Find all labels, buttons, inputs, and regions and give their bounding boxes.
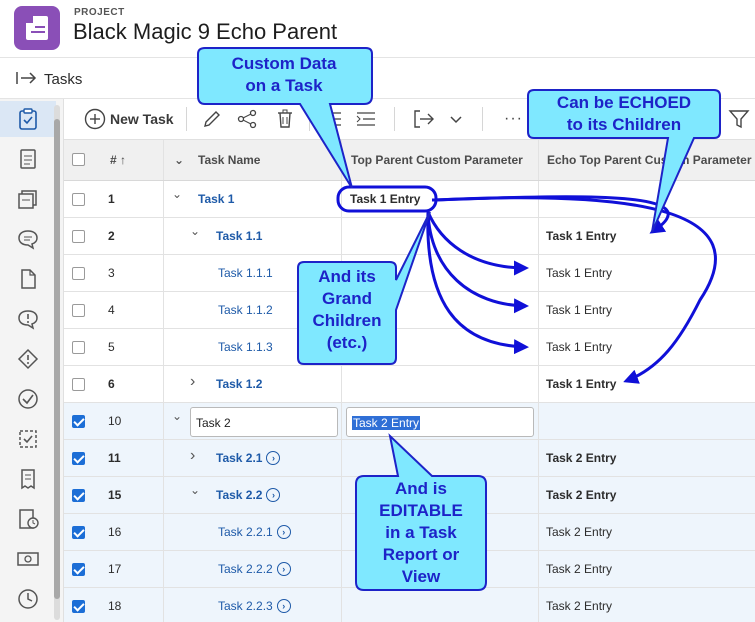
callout-editable-line-5: View [402, 567, 441, 586]
arrow-to-task-1-2 [435, 196, 717, 384]
callout-custom-data-line-1: Custom Data [232, 54, 337, 73]
callout-editable-line-4: Report or [383, 545, 460, 564]
callout-echoed-line-1: Can be ECHOED [557, 93, 691, 112]
callout-echoed: Can be ECHOED to its Children [527, 89, 721, 233]
callout-grand-children-line-3: Children [313, 311, 382, 330]
callout-custom-data: Custom Data on a Task [197, 47, 373, 189]
arrow-to-task-1-1-1 [426, 211, 529, 276]
annotation-overlay: Custom Data on a Task Can be ECHOED to i… [197, 47, 721, 591]
arrow-to-task-1-1 [431, 195, 670, 234]
callout-editable-line-1: And is [395, 479, 447, 498]
callout-grand-children-line-1: And its [318, 267, 376, 286]
highlight-ellipse [336, 185, 438, 213]
arrow-to-task-1-1-3 [426, 211, 529, 355]
callout-editable: And is EDITABLE in a Task Report or View [355, 433, 487, 591]
callout-editable-line-3: in a Task [385, 523, 457, 542]
callout-grand-children-line-4: (etc.) [327, 333, 368, 352]
callout-editable-line-2: EDITABLE [379, 501, 463, 520]
callout-custom-data-line-2: on a Task [245, 76, 323, 95]
callout-grand-children: And its Grand Children (etc.) [297, 211, 431, 365]
callout-echoed-line-2: to its Children [567, 115, 681, 134]
callout-grand-children-line-2: Grand [322, 289, 372, 308]
